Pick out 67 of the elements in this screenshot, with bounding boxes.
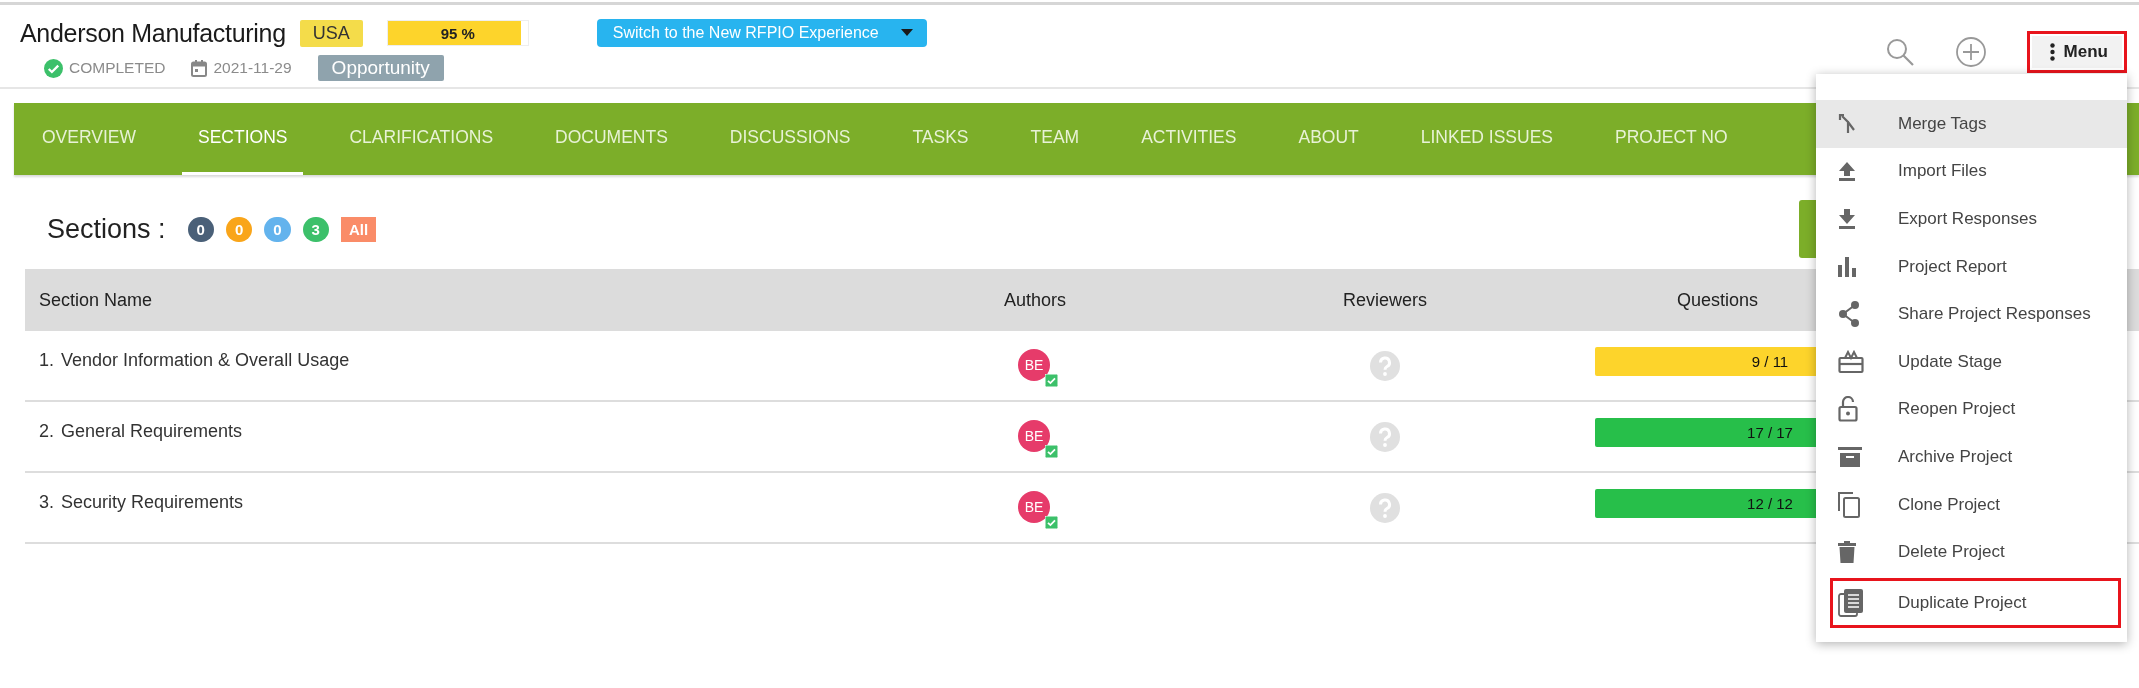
question-circle-icon[interactable] — [1370, 492, 1400, 523]
column-header: Questions — [1676, 289, 1760, 311]
tab[interactable]: CLARIFICATIONS — [333, 103, 510, 175]
question-circle-icon[interactable] — [1370, 421, 1400, 452]
tab[interactable]: TASKS — [896, 103, 985, 175]
merge-icon — [1838, 112, 1858, 135]
column-header: Section Name — [38, 289, 154, 311]
document-stack-icon — [1838, 588, 1864, 617]
upload-icon — [1838, 161, 1856, 182]
more-vertical-icon — [2049, 43, 2055, 61]
menu-item[interactable]: Duplicate Project — [1830, 577, 2121, 628]
tab[interactable]: SECTIONS — [182, 103, 304, 175]
column-header: Reviewers — [1342, 289, 1428, 311]
row-number: 1. — [39, 350, 54, 371]
column-header: Authors — [1002, 289, 1067, 311]
count-badge[interactable]: 0 — [264, 216, 291, 242]
row-number: 3. — [39, 492, 54, 513]
download-icon — [1838, 209, 1856, 229]
author-avatar[interactable]: BE — [1018, 348, 1050, 381]
tab[interactable]: ABOUT — [1282, 103, 1375, 175]
section-name[interactable]: Vendor Information & Overall Usage — [61, 350, 350, 371]
tab[interactable]: TEAM — [1014, 103, 1096, 175]
add-icon[interactable] — [1954, 36, 1987, 68]
calendar-icon — [191, 59, 208, 77]
unlock-icon — [1838, 396, 1858, 423]
question-circle-icon[interactable] — [1370, 350, 1400, 381]
copy-icon — [1838, 491, 1860, 518]
archive-box-icon — [1838, 446, 1862, 467]
count-badge[interactable]: 3 — [302, 216, 329, 242]
menu-item[interactable]: Export Responses — [1816, 195, 2127, 243]
project-title: Anderson Manufacturing — [20, 18, 286, 48]
tab[interactable]: OVERVIEW — [26, 103, 152, 175]
check-badge-icon — [1045, 444, 1058, 458]
progress-reading: 95 % — [440, 24, 475, 42]
author-avatar[interactable]: BE — [1018, 490, 1050, 523]
tab[interactable]: LINKED ISSUES — [1404, 103, 1570, 175]
tab[interactable]: PROJECT NO — [1599, 103, 1744, 175]
row-number: 2. — [39, 421, 54, 442]
stage-tag: Opportunity — [317, 55, 444, 81]
menu-item[interactable]: Project Report — [1816, 242, 2127, 291]
gift-box-icon — [1838, 349, 1864, 374]
status-text: COMPLETED — [69, 59, 166, 77]
menu-button[interactable]: Menu — [2026, 31, 2127, 73]
check-circle-icon — [44, 58, 63, 78]
menu-item[interactable]: Import Files — [1816, 147, 2127, 196]
share-icon — [1838, 301, 1860, 328]
count-badge[interactable]: 0 — [187, 216, 214, 242]
section-name[interactable]: General Requirements — [61, 421, 243, 442]
tab[interactable]: DISCUSSIONS — [713, 103, 867, 175]
check-badge-icon — [1045, 515, 1058, 529]
bar-chart-icon — [1838, 256, 1856, 277]
author-avatar[interactable]: BE — [1018, 419, 1050, 452]
section-name[interactable]: Security Requirements — [61, 492, 244, 513]
menu-item[interactable]: Share Project Responses — [1816, 290, 2127, 338]
tab[interactable]: DOCUMENTS — [539, 103, 684, 175]
search-icon[interactable] — [1884, 37, 1915, 67]
region-tag: USA — [299, 19, 363, 47]
menu-item[interactable]: Merge Tags — [1816, 100, 2127, 148]
trash-icon — [1838, 541, 1856, 564]
tab[interactable]: ACTIVITIES — [1125, 103, 1253, 175]
switch-experience-button[interactable]: Switch to the New RFPIO Experience — [596, 19, 927, 47]
sections-label: Sections : — [47, 213, 166, 245]
all-filter[interactable]: All — [340, 216, 377, 242]
caret-icon — [900, 29, 913, 37]
menu-item[interactable]: Delete Project — [1816, 528, 2127, 576]
due-date: 2021-11-29 — [213, 59, 292, 77]
check-badge-icon — [1045, 373, 1058, 387]
